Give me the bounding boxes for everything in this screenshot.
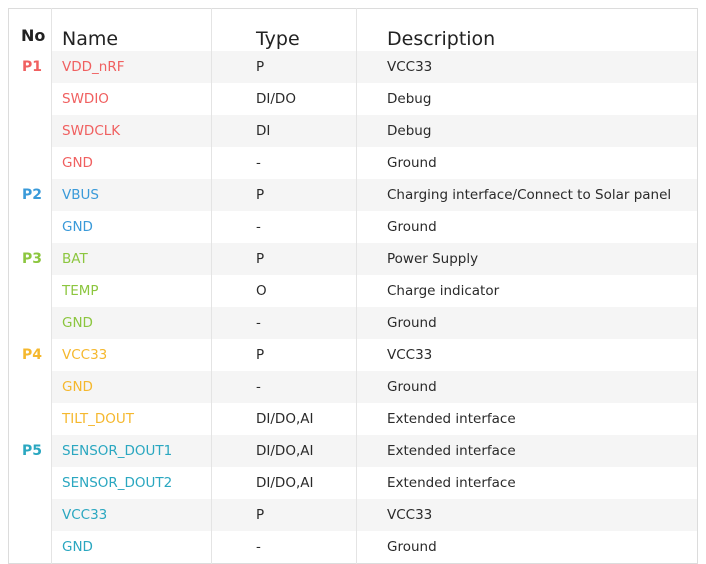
table-row: SWDIO DI/DO Debug bbox=[9, 83, 698, 115]
pin-group-label bbox=[9, 275, 52, 307]
pin-group-label: P2 bbox=[8, 179, 52, 211]
pin-type: P bbox=[211, 51, 357, 83]
table-header-row: No Name Type Description bbox=[9, 8, 698, 51]
pin-description: Ground bbox=[356, 531, 698, 564]
pin-name: GND bbox=[51, 211, 212, 243]
pin-group-label: P1 bbox=[8, 51, 52, 83]
table-row: P5 SENSOR_DOUT1 DI/DO,AI Extended interface bbox=[8, 435, 698, 467]
pin-type: - bbox=[211, 531, 357, 564]
pin-name: GND bbox=[51, 147, 212, 179]
table-row: VCC33 P VCC33 bbox=[8, 499, 698, 531]
pin-description: VCC33 bbox=[356, 51, 698, 83]
pin-type: DI/DO,AI bbox=[211, 467, 357, 499]
pin-name: GND bbox=[51, 531, 212, 564]
pin-type: P bbox=[211, 179, 357, 211]
pin-group-label bbox=[9, 467, 52, 499]
table-row: SWDCLK DI Debug bbox=[8, 115, 698, 147]
pin-type: DI/DO,AI bbox=[211, 435, 357, 467]
pin-name: TILT_DOUT bbox=[51, 403, 212, 435]
pin-table-container: No Name Type Description P1 VDD_nRF P VCC33… bbox=[8, 8, 698, 564]
pin-type: P bbox=[211, 499, 357, 531]
pin-name: VCC33 bbox=[51, 339, 212, 371]
pin-type: DI/DO,AI bbox=[211, 403, 357, 435]
pin-name: SENSOR_DOUT2 bbox=[51, 467, 212, 499]
table-row: GND - Ground bbox=[9, 147, 698, 179]
pin-group-label bbox=[9, 147, 52, 179]
pin-description: Extended interface bbox=[356, 435, 698, 467]
pin-name: TEMP bbox=[51, 275, 212, 307]
pin-description: Power Supply bbox=[356, 243, 698, 275]
table-row: GND - Ground bbox=[9, 531, 698, 564]
pin-name: BAT bbox=[51, 243, 212, 275]
pin-name: SWDIO bbox=[51, 83, 212, 115]
table-row: TILT_DOUT DI/DO,AI Extended interface bbox=[9, 403, 698, 435]
table-row: GND - Ground bbox=[8, 371, 698, 403]
table-row: SENSOR_DOUT2 DI/DO,AI Extended interface bbox=[9, 467, 698, 499]
pin-description: Ground bbox=[356, 211, 698, 243]
pin-type: P bbox=[211, 339, 357, 371]
pin-description: Debug bbox=[356, 83, 698, 115]
pin-group-label: P3 bbox=[8, 243, 52, 275]
pin-type: DI/DO bbox=[211, 83, 357, 115]
pin-name: VCC33 bbox=[51, 499, 212, 531]
pin-group-label: P4 bbox=[22, 347, 43, 363]
table-row: P1 VDD_nRF P VCC33 bbox=[8, 51, 698, 83]
pin-group-label bbox=[8, 115, 52, 147]
pin-type: P bbox=[211, 243, 357, 275]
pin-group-label bbox=[8, 307, 52, 339]
pin-type: DI bbox=[211, 115, 357, 147]
pin-name: SENSOR_DOUT1 bbox=[51, 435, 212, 467]
header-type: Type bbox=[211, 8, 357, 51]
pin-type: - bbox=[211, 371, 357, 403]
pin-group-label bbox=[9, 211, 52, 243]
table-row: P2 VBUS P Charging interface/Connect to Sol… bbox=[8, 179, 698, 211]
header-description: Description bbox=[356, 8, 698, 51]
table-row: TEMP O Charge indicator bbox=[9, 275, 698, 307]
header-no: No bbox=[21, 26, 46, 45]
pin-description: Ground bbox=[356, 307, 698, 339]
pin-group-label bbox=[9, 531, 52, 564]
table-body: P1 VDD_nRF P VCC33 SWDIO DI/DO Debug SWDCLK DI De… bbox=[8, 51, 698, 564]
pin-name: GND bbox=[51, 307, 212, 339]
pin-description: Extended interface bbox=[356, 403, 698, 435]
pin-name: VBUS bbox=[51, 179, 212, 211]
pin-group-label: P5 bbox=[8, 435, 52, 467]
table-row: P3 BAT P Power Supply bbox=[8, 243, 698, 275]
pin-description: Debug bbox=[356, 115, 698, 147]
pin-type: - bbox=[211, 307, 357, 339]
pin-description: Ground bbox=[356, 371, 698, 403]
pin-description: VCC33 bbox=[356, 499, 698, 531]
pin-name: VDD_nRF bbox=[51, 51, 212, 83]
pin-description: Extended interface bbox=[356, 467, 698, 499]
header-name: Name bbox=[51, 8, 212, 51]
table-row: P4 VCC33 P VCC33 bbox=[9, 339, 698, 371]
pin-description: Charging interface/Connect to Solar pane… bbox=[356, 179, 698, 211]
pin-description: VCC33 bbox=[356, 339, 698, 371]
pin-type: - bbox=[211, 147, 357, 179]
pin-group-label bbox=[9, 83, 52, 115]
pin-name: GND bbox=[51, 371, 212, 403]
table-row: GND - Ground bbox=[8, 307, 698, 339]
pin-description: Ground bbox=[356, 147, 698, 179]
pin-type: - bbox=[211, 211, 357, 243]
pin-name: SWDCLK bbox=[51, 115, 212, 147]
pin-group-label bbox=[8, 371, 52, 403]
pin-table: No Name Type Description P1 VDD_nRF P VCC33… bbox=[8, 8, 698, 564]
pin-description: Charge indicator bbox=[356, 275, 698, 307]
pin-group-label bbox=[8, 499, 52, 531]
pin-type: O bbox=[211, 275, 357, 307]
table-row: GND - Ground bbox=[9, 211, 698, 243]
pin-group-label bbox=[9, 403, 52, 435]
